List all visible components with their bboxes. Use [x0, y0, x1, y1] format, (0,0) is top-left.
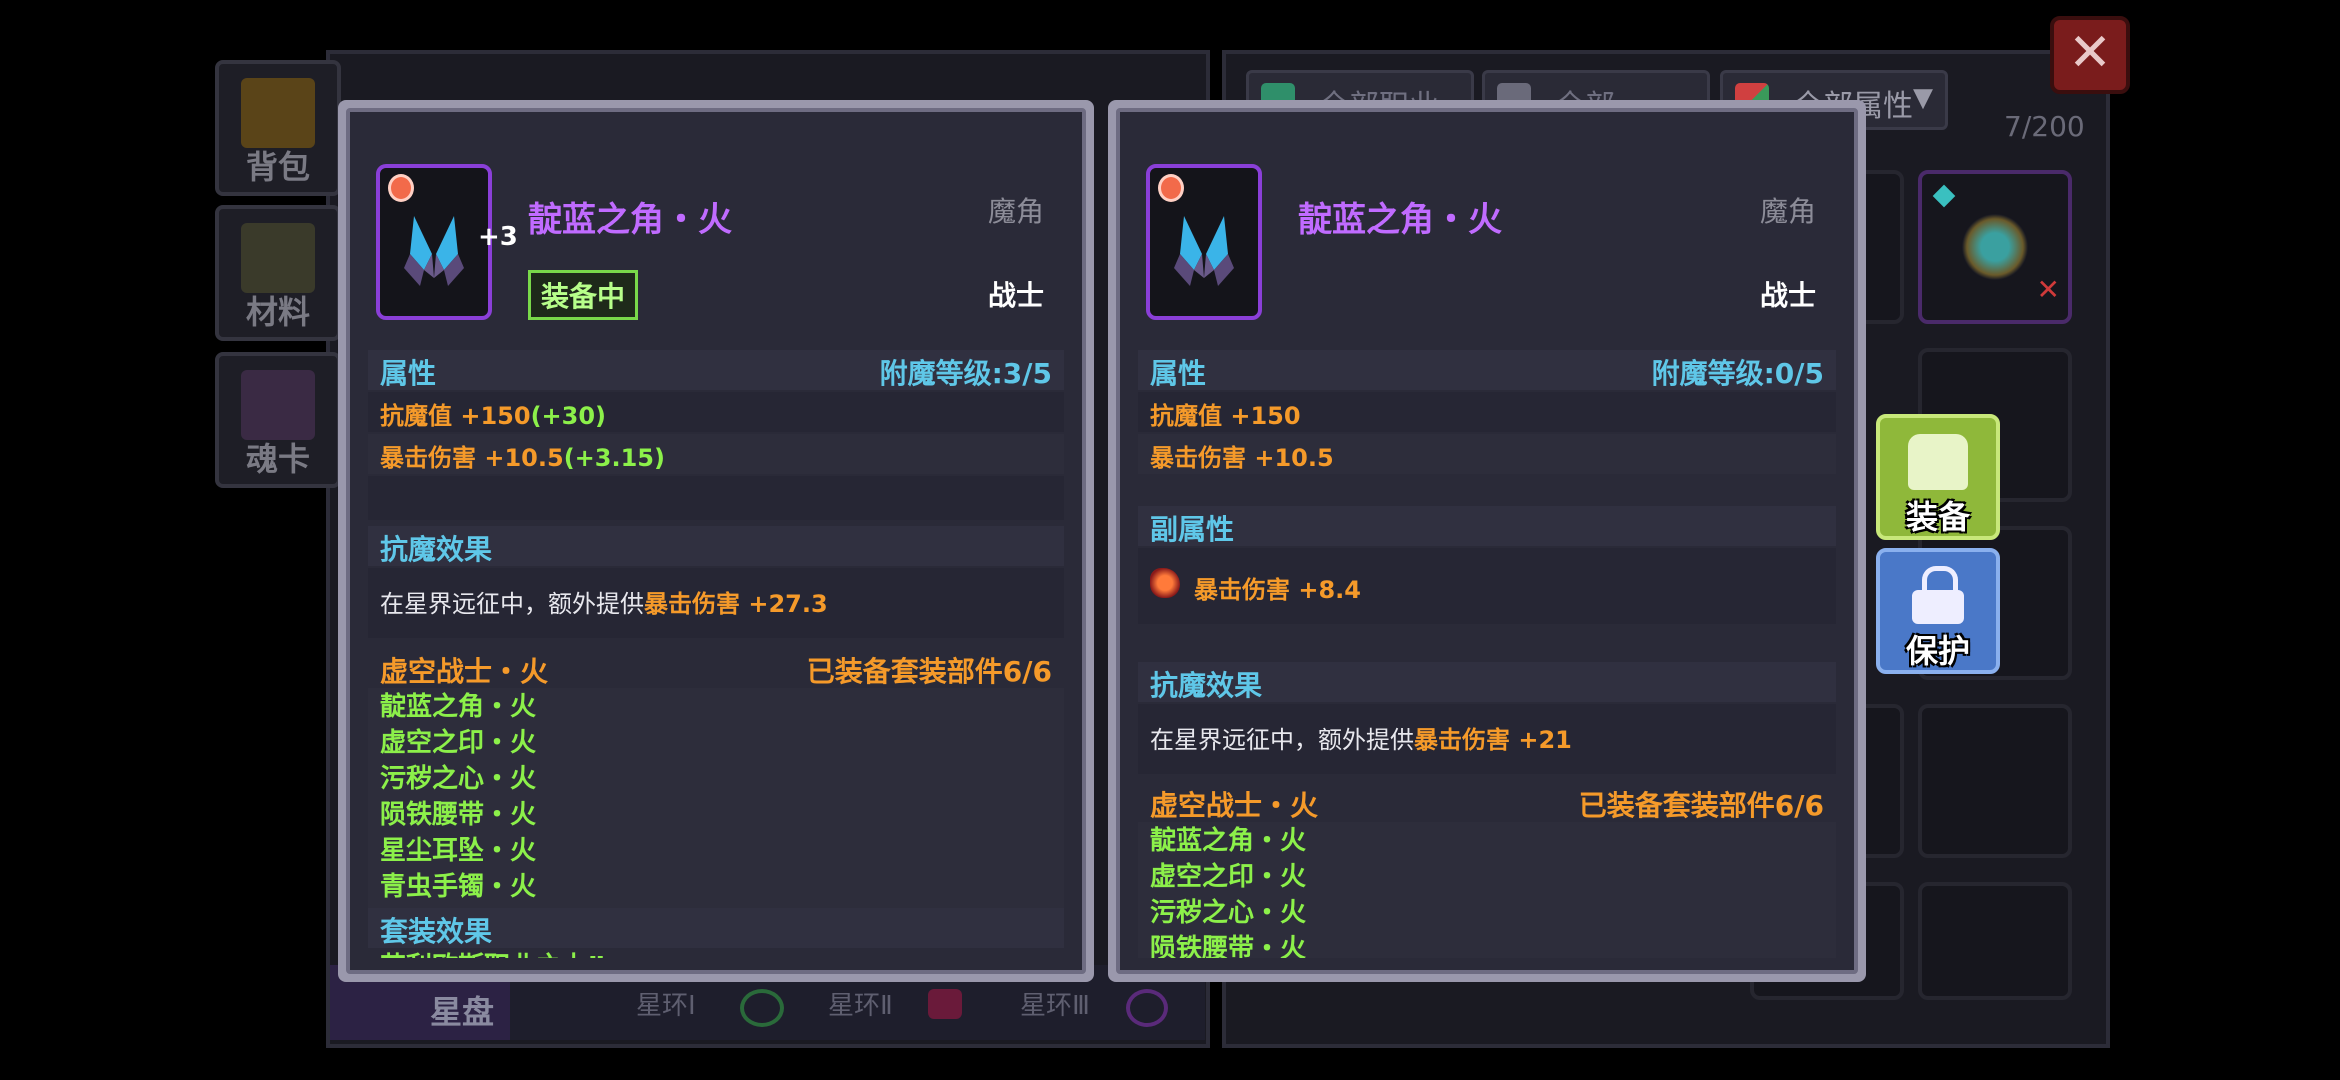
enchant-level: 附魔等级:3/5 — [879, 357, 1052, 390]
item-icon-slot: +3 — [376, 164, 518, 320]
set-header: 虚空战士・火 已装备套装部件6/6 — [368, 648, 1064, 688]
fire-gem-icon — [1158, 174, 1184, 202]
effect-header: 抗魔效果 — [1138, 662, 1836, 702]
sub-attributes-header: 副属性 — [1138, 506, 1836, 546]
stat-row: 暴击伤害 +10.5 — [1138, 434, 1836, 474]
star-ring-1[interactable]: 星环Ⅰ — [636, 985, 696, 1022]
effect-title: 抗魔效果 — [1150, 669, 1263, 702]
inventory-count: 7/200 — [2004, 110, 2085, 143]
equipped-badge: 装备中 — [528, 270, 639, 320]
set-name: 虚空战士・火 — [1150, 789, 1319, 822]
attributes-title: 属性 — [380, 357, 437, 390]
stat-name: 暴击伤害 +10.5 — [380, 444, 564, 472]
set-item: 虚空之印・火 — [380, 728, 537, 758]
set-item: 星尘耳坠・火 — [380, 836, 537, 866]
sidebar-tab-bag[interactable]: 背包 — [215, 60, 341, 196]
sidebar-tab-label: 背包 — [245, 148, 310, 186]
sub-stat-row: 暴击伤害 +8.4 — [1138, 548, 1836, 624]
armor-icon — [1908, 434, 1968, 490]
set-item: 虚空之印・火 — [1150, 862, 1307, 892]
set-name: 虚空战士・火 — [380, 655, 549, 688]
stat-name: 抗魔值 +150 — [1150, 402, 1301, 430]
sub-attributes-title: 副属性 — [1150, 513, 1235, 546]
effect-prefix: 在星界远征中，额外提供 — [1150, 726, 1414, 754]
set-item: 污秽之心・火 — [1150, 898, 1307, 928]
star-disc-label: 星盘 — [430, 993, 495, 1031]
fire-gem-icon — [388, 174, 414, 202]
effect-title: 抗魔效果 — [380, 533, 493, 566]
protect-button[interactable]: 保护 — [1876, 548, 2000, 674]
equip-button[interactable]: 装备 — [1876, 414, 2000, 540]
stat-row: 抗魔值 +150 — [1138, 392, 1836, 432]
amulet-icon — [1962, 214, 2028, 280]
stat-name: 暴击伤害 +10.5 — [1150, 444, 1334, 472]
item-class: 战士 — [987, 279, 1044, 312]
gem-icon — [1932, 184, 1956, 208]
remove-icon: ✕ — [2036, 273, 2060, 306]
enchant-level: 附魔等级:0/5 — [1651, 357, 1824, 390]
sidebar-tab-label: 魂卡 — [245, 440, 310, 478]
inventory-slot[interactable] — [1918, 882, 2072, 1000]
stat-row: 抗魔值 +150(+30) — [368, 392, 1064, 432]
star-ring-2-icon — [928, 989, 962, 1019]
upgrade-level: +3 — [478, 222, 518, 252]
equipped-item-card: +3 靛蓝之角・火 装备中 魔角 战士 属性 附魔等级:3/5 抗魔值 +150… — [338, 100, 1094, 982]
close-button[interactable]: ✕ — [2050, 16, 2130, 94]
sub-stat-name: 暴击伤害 +8.4 — [1194, 576, 1361, 604]
item-type: 魔角 — [987, 195, 1044, 228]
protect-label: 保护 — [1905, 632, 1970, 670]
set-header: 虚空战士・火 已装备套装部件6/6 — [1138, 782, 1836, 822]
stat-name: 抗魔值 +150 — [380, 402, 531, 430]
star-ring-2[interactable]: 星环Ⅱ — [828, 985, 893, 1022]
equip-label: 装备 — [1905, 498, 1970, 536]
sidebar-tab-label: 材料 — [245, 293, 310, 331]
stat-bonus: (+30) — [530, 402, 607, 430]
set-item: 陨铁腰带・火 — [380, 800, 537, 830]
set-progress: 已装备套装部件6/6 — [806, 655, 1052, 688]
effect-description: 在星界远征中，额外提供暴击伤害 +27.3 — [380, 584, 828, 619]
set-effect-header: 套装效果 — [368, 908, 1064, 948]
star-ring-3[interactable]: 星环Ⅲ — [1020, 985, 1090, 1022]
item-name: 靛蓝之角・火 — [1298, 200, 1502, 240]
item-class: 战士 — [1759, 279, 1816, 312]
set-progress: 已装备套装部件6/6 — [1578, 789, 1824, 822]
chevron-down-icon: ▼ — [1913, 83, 1933, 113]
sidebar-tab-soul-cards[interactable]: 魂卡 — [215, 352, 341, 488]
fire-claw-icon — [1150, 568, 1180, 598]
set-item: 青虫手镯・火 — [380, 872, 537, 902]
star-ring-1-icon — [740, 989, 784, 1027]
set-item: 靛蓝之角・火 — [380, 692, 537, 722]
soul-card-icon — [241, 370, 315, 440]
treasure-chest-icon — [241, 78, 315, 148]
set-item: 靛蓝之角・火 — [1150, 826, 1307, 856]
effect-highlight: 暴击伤害 +27.3 — [644, 590, 828, 618]
set-effect-title: 套装效果 — [380, 915, 493, 948]
attributes-header: 属性 附魔等级:3/5 — [368, 350, 1064, 390]
effect-description: 在星界远征中，额外提供暴击伤害 +21 — [1150, 720, 1572, 755]
effect-highlight: 暴击伤害 +21 — [1414, 726, 1572, 754]
stat-bonus: (+3.15) — [563, 444, 665, 472]
item-icon-slot — [1146, 164, 1262, 320]
inventory-slot[interactable] — [1918, 704, 2072, 858]
set-item: 陨铁腰带・火 — [1150, 934, 1307, 958]
stat-row: 暴击伤害 +10.5(+3.15) — [368, 434, 1064, 474]
compare-item-card: 靛蓝之角・火 魔角 战士 属性 附魔等级:0/5 抗魔值 +150 暴击伤害 +… — [1108, 100, 1866, 982]
set-effect-text: 艾利欧斯职业之力Ⅱ — [380, 946, 605, 958]
materials-icon — [241, 223, 315, 293]
attributes-title: 属性 — [1150, 357, 1207, 390]
effect-header: 抗魔效果 — [368, 526, 1064, 566]
close-icon: ✕ — [2068, 23, 2112, 83]
item-name: 靛蓝之角・火 — [528, 200, 732, 240]
item-type: 魔角 — [1759, 195, 1816, 228]
set-item: 污秽之心・火 — [380, 764, 537, 794]
sidebar-tab-materials[interactable]: 材料 — [215, 205, 341, 341]
lock-icon — [1912, 566, 1964, 624]
attributes-header: 属性 附魔等级:0/5 — [1138, 350, 1836, 390]
effect-prefix: 在星界远征中，额外提供 — [380, 590, 644, 618]
star-ring-3-icon — [1126, 989, 1168, 1027]
inventory-slot[interactable]: ✕ — [1918, 170, 2072, 324]
